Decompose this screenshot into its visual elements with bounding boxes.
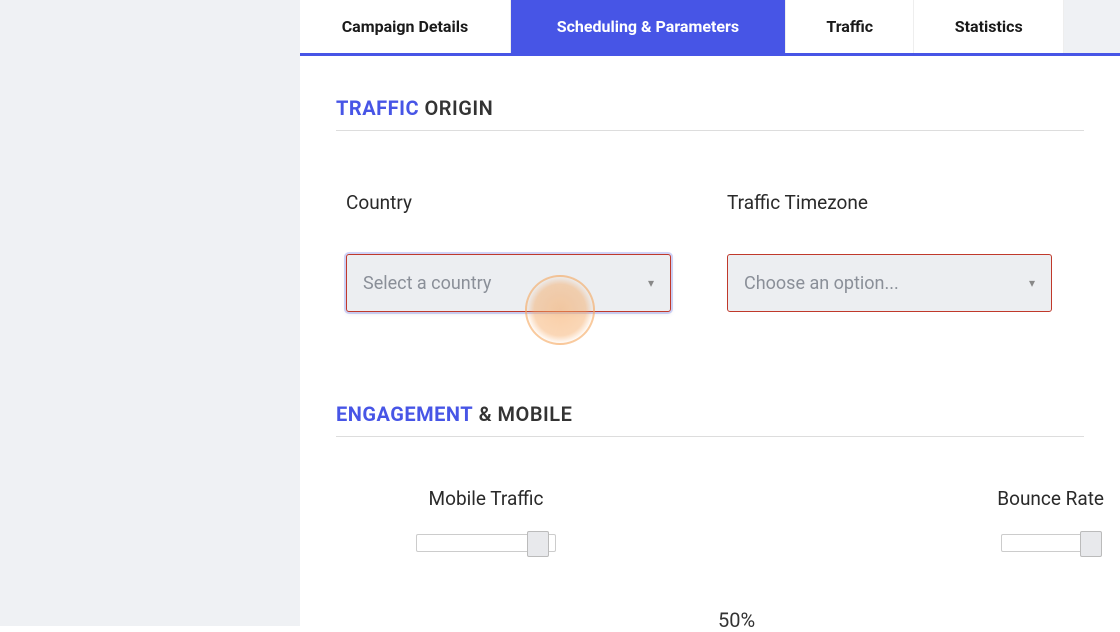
section-traffic-origin: TRAFFIC ORIGIN Country Select a country …: [300, 56, 1120, 312]
section-engagement-mobile: ENGAGEMENT & MOBILE Mobile Traffic Bounc…: [300, 332, 1120, 552]
tab-scheduling-parameters[interactable]: Scheduling & Parameters: [511, 0, 786, 53]
mobile-traffic-group: Mobile Traffic: [416, 487, 556, 552]
traffic-origin-row: Country Select a country ▾ Traffic Timez…: [336, 191, 1084, 312]
bounce-rate-slider[interactable]: [1001, 534, 1101, 552]
content-area: Campaign Details Scheduling & Parameters…: [300, 0, 1120, 626]
section-title-accent: TRAFFIC: [336, 96, 419, 120]
country-dropdown[interactable]: Select a country ▾: [346, 254, 671, 312]
country-placeholder: Select a country: [363, 273, 648, 294]
timezone-dropdown[interactable]: Choose an option... ▾: [727, 254, 1052, 312]
mobile-traffic-slider[interactable]: [416, 534, 556, 552]
section-title-rest: & MOBILE: [473, 402, 572, 426]
timezone-field: Traffic Timezone Choose an option... ▾: [727, 191, 1052, 312]
mobile-traffic-label: Mobile Traffic: [429, 487, 544, 510]
section-title-rest: ORIGIN: [419, 96, 493, 120]
tab-spacer: [1064, 0, 1120, 53]
bounce-rate-group: Bounce Rate: [997, 487, 1104, 552]
slider-row: Mobile Traffic Bounce Rate: [336, 487, 1084, 552]
tab-campaign-details[interactable]: Campaign Details: [300, 0, 511, 53]
mobile-traffic-thumb[interactable]: [527, 531, 549, 557]
tab-statistics[interactable]: Statistics: [914, 0, 1064, 53]
tab-traffic[interactable]: Traffic: [786, 0, 914, 53]
chevron-down-icon: ▾: [1029, 276, 1035, 290]
bounce-rate-label: Bounce Rate: [997, 487, 1104, 510]
tab-bar: Campaign Details Scheduling & Parameters…: [300, 0, 1120, 56]
value-display: 50%: [718, 608, 755, 632]
section-title-engagement: ENGAGEMENT & MOBILE: [336, 402, 1084, 437]
bounce-rate-thumb[interactable]: [1080, 531, 1102, 557]
chevron-down-icon: ▾: [648, 276, 654, 290]
timezone-label: Traffic Timezone: [727, 191, 1052, 214]
timezone-placeholder: Choose an option...: [744, 273, 1029, 294]
country-label: Country: [346, 191, 671, 214]
section-title-traffic-origin: TRAFFIC ORIGIN: [336, 96, 1084, 131]
country-field: Country Select a country ▾: [346, 191, 671, 312]
section-title-accent: ENGAGEMENT: [336, 402, 473, 426]
sidebar: [0, 0, 300, 626]
